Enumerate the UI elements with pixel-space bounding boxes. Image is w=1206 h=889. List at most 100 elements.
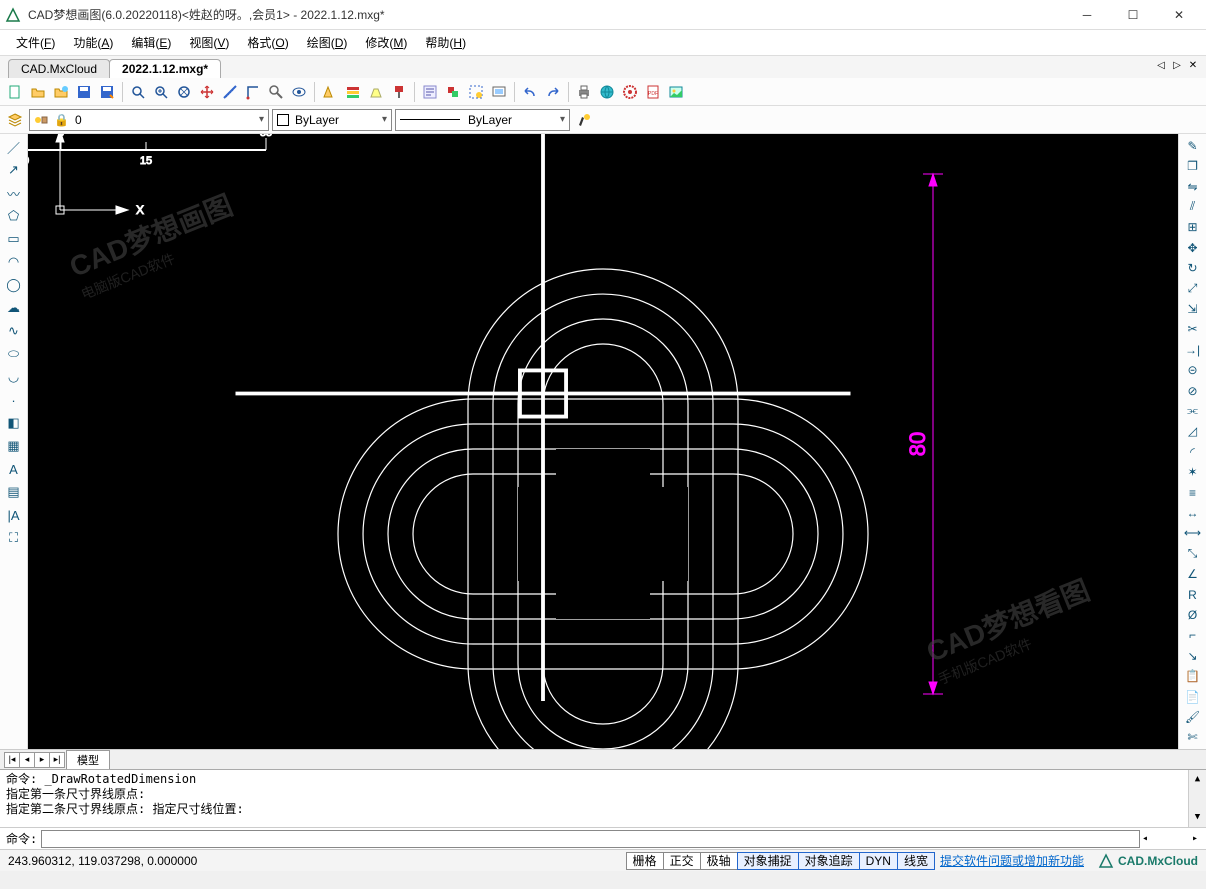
- pline-tool[interactable]: 〰: [3, 182, 25, 204]
- extend-tool[interactable]: →|: [1182, 340, 1204, 359]
- offset-tool[interactable]: ⫽: [1182, 197, 1204, 216]
- explode-tool[interactable]: ✶: [1182, 463, 1204, 482]
- status-toggle-线宽[interactable]: 线宽: [897, 852, 935, 870]
- clip-tool[interactable]: ✄: [1182, 728, 1204, 747]
- command-history[interactable]: 命令: _DrawRotatedDimension指定第一条尺寸界线原点:指定第…: [0, 769, 1206, 827]
- status-toggle-对象捕捉[interactable]: 对象捕捉: [737, 852, 799, 870]
- point-tool[interactable]: ·: [3, 389, 25, 411]
- command-input[interactable]: [41, 830, 1140, 848]
- dim-diameter-tool[interactable]: Ø: [1182, 605, 1204, 624]
- maximize-button[interactable]: ☐: [1110, 0, 1156, 30]
- tab-next-icon[interactable]: ▷: [1170, 58, 1184, 72]
- menu-d[interactable]: 绘图(D): [299, 31, 356, 54]
- doc-tab[interactable]: CAD.MxCloud: [8, 59, 110, 78]
- preview-button[interactable]: [488, 81, 510, 103]
- rotate-tool[interactable]: ↻: [1182, 258, 1204, 277]
- arc-tool[interactable]: ◠: [3, 251, 25, 273]
- join-tool[interactable]: ⫘: [1182, 401, 1204, 420]
- chamfer-tool[interactable]: ◿: [1182, 422, 1204, 441]
- redo-button[interactable]: [542, 81, 564, 103]
- region-tool[interactable]: ⛶: [3, 527, 25, 549]
- stretch-tool[interactable]: ⇲: [1182, 299, 1204, 318]
- status-toggle-栅格[interactable]: 栅格: [626, 852, 664, 870]
- zoom-in-button[interactable]: [150, 81, 172, 103]
- save-as-button[interactable]: [96, 81, 118, 103]
- highlight-button[interactable]: [365, 81, 387, 103]
- paint-button[interactable]: [388, 81, 410, 103]
- view-button[interactable]: [288, 81, 310, 103]
- find-button[interactable]: [265, 81, 287, 103]
- text-tool[interactable]: A: [3, 458, 25, 480]
- history-scrollbar[interactable]: ▲▼: [1188, 770, 1206, 827]
- revcloud-tool[interactable]: ☁: [3, 297, 25, 319]
- cmd-scroll-left[interactable]: ◂: [1142, 833, 1148, 844]
- dim-aligned-tool[interactable]: ⤡: [1182, 544, 1204, 563]
- menu-o[interactable]: 格式(O): [239, 31, 296, 54]
- circle-tool[interactable]: ◯: [3, 274, 25, 296]
- rectangle-tool[interactable]: ▭: [3, 228, 25, 250]
- image-button[interactable]: [665, 81, 687, 103]
- web-button[interactable]: [596, 81, 618, 103]
- match-prop-tool[interactable]: 🖌: [1182, 707, 1204, 726]
- layers-button[interactable]: [342, 81, 364, 103]
- cmd-scroll-right[interactable]: ▸: [1192, 833, 1198, 844]
- menu-f[interactable]: 文件(F): [8, 31, 63, 54]
- xline-tool[interactable]: ↗: [3, 159, 25, 181]
- save-button[interactable]: [73, 81, 95, 103]
- break-at-tool[interactable]: ⊘: [1182, 381, 1204, 400]
- ellipse-tool[interactable]: ⬭: [3, 343, 25, 365]
- new-file-button[interactable]: [4, 81, 26, 103]
- layer-manager-button[interactable]: [4, 109, 26, 131]
- tab-close-icon[interactable]: ✕: [1186, 58, 1200, 72]
- align-tool[interactable]: ≡: [1182, 483, 1204, 502]
- dim-radius-tool[interactable]: R: [1182, 585, 1204, 604]
- undo-button[interactable]: [519, 81, 541, 103]
- move-tool[interactable]: ✥: [1182, 238, 1204, 257]
- menu-v[interactable]: 视图(V): [181, 31, 237, 54]
- erase-tool[interactable]: ✎: [1182, 136, 1204, 155]
- feedback-link[interactable]: 提交软件问题或增加新功能: [934, 852, 1090, 870]
- print-button[interactable]: [573, 81, 595, 103]
- status-toggle-对象追踪[interactable]: 对象追踪: [798, 852, 860, 870]
- open-cloud-button[interactable]: [50, 81, 72, 103]
- line-tool[interactable]: ／: [3, 136, 25, 158]
- status-toggle-正交[interactable]: 正交: [663, 852, 701, 870]
- open-file-button[interactable]: [27, 81, 49, 103]
- scale-tool[interactable]: ⤢: [1182, 279, 1204, 298]
- dim-linear-tool[interactable]: ⟷: [1182, 524, 1204, 543]
- measure-button[interactable]: [219, 81, 241, 103]
- doc-tab[interactable]: 2022.1.12.mxg*: [109, 59, 221, 78]
- ellipse-arc-tool[interactable]: ◡: [3, 366, 25, 388]
- linetype-combo[interactable]: ByLayer: [395, 109, 570, 131]
- menu-h[interactable]: 帮助(H): [417, 31, 474, 54]
- leader-tool[interactable]: ↘: [1182, 646, 1204, 665]
- layout-last-button[interactable]: ▸|: [49, 752, 65, 768]
- layout-prev-button[interactable]: ◂: [19, 752, 35, 768]
- spline-tool[interactable]: ∿: [3, 320, 25, 342]
- minimize-button[interactable]: ─: [1064, 0, 1110, 30]
- zoom-window-button[interactable]: [127, 81, 149, 103]
- trim-tool[interactable]: ✂: [1182, 320, 1204, 339]
- dim-ordinate-tool[interactable]: ⌐: [1182, 626, 1204, 645]
- settings-button[interactable]: [619, 81, 641, 103]
- match-properties-button[interactable]: [573, 109, 595, 131]
- tab-prev-icon[interactable]: ◁: [1154, 58, 1168, 72]
- block-tool[interactable]: ◧: [3, 412, 25, 434]
- dim-angular-tool[interactable]: ∠: [1182, 565, 1204, 584]
- qselect-button[interactable]: [465, 81, 487, 103]
- pan-button[interactable]: [196, 81, 218, 103]
- copy-tool[interactable]: ❐: [1182, 156, 1204, 175]
- status-toggle-DYN[interactable]: DYN: [859, 852, 898, 870]
- fillet-tool[interactable]: ◜: [1182, 442, 1204, 461]
- array-tool[interactable]: ⊞: [1182, 218, 1204, 237]
- model-tab[interactable]: 模型: [66, 750, 110, 770]
- polygon-tool[interactable]: ⬠: [3, 205, 25, 227]
- color-combo[interactable]: ByLayer: [272, 109, 392, 131]
- menu-a[interactable]: 功能(A): [65, 31, 121, 54]
- mtext-tool[interactable]: |A: [3, 504, 25, 526]
- copy-prop-tool[interactable]: 📋: [1182, 667, 1204, 686]
- zoom-extents-button[interactable]: [173, 81, 195, 103]
- status-toggle-极轴[interactable]: 极轴: [700, 852, 738, 870]
- layout-first-button[interactable]: |◂: [4, 752, 20, 768]
- hatch-tool[interactable]: ▦: [3, 435, 25, 457]
